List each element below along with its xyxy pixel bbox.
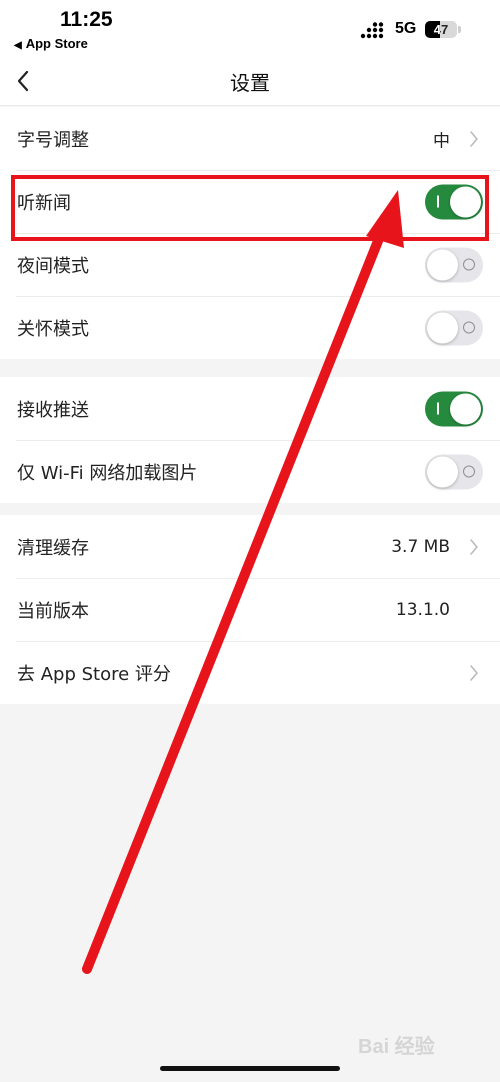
care-mode-toggle[interactable] [425, 310, 483, 345]
toggle-knob [427, 249, 458, 280]
watermark: Bai 经验 [358, 1036, 435, 1058]
toggle-knob [427, 456, 458, 487]
row-label: 关怀模式 [17, 318, 89, 340]
chevron-right-icon [470, 538, 478, 555]
row-night-mode: 夜间模式 [0, 233, 500, 296]
chevron-right-icon [470, 664, 478, 681]
row-version: 当前版本 13.1.0 [0, 578, 500, 641]
page-title: 设置 [230, 71, 270, 95]
back-app-label: App Store [25, 36, 88, 51]
toggle-knob [450, 393, 481, 424]
row-label: 接收推送 [17, 399, 89, 421]
row-label: 当前版本 [17, 600, 89, 622]
row-clear-cache[interactable]: 清理缓存 3.7 MB [0, 515, 500, 578]
network-label: 5G [395, 20, 417, 37]
push-toggle[interactable] [425, 391, 483, 426]
back-to-app-store[interactable]: ◀ App Store [14, 36, 88, 51]
battery-cap [458, 26, 461, 33]
toggle-off-mark [463, 465, 475, 477]
home-indicator [160, 1066, 340, 1071]
signal-icon [360, 22, 384, 39]
row-push: 接收推送 [0, 377, 500, 440]
row-value: 3.7 MB [391, 536, 450, 557]
settings-group-network: 接收推送 仅 Wi-Fi 网络加载图片 [0, 377, 500, 503]
row-care-mode: 关怀模式 [0, 296, 500, 359]
chevron-right-icon [470, 130, 478, 147]
back-triangle-icon: ◀ [14, 40, 22, 51]
toggle-on-mark [437, 402, 439, 414]
row-value: 13.1.0 [395, 599, 450, 620]
toggle-off-mark [463, 258, 475, 270]
row-label: 夜间模式 [17, 255, 89, 277]
nav-bar: 设置 [0, 56, 500, 106]
status-time: 11:25 [60, 8, 113, 31]
battery-level: 47 [433, 22, 449, 37]
wifi-images-toggle[interactable] [425, 454, 483, 489]
highlight-box [11, 175, 489, 241]
status-bar: 11:25 ◀ App Store 5G 47 [0, 0, 500, 56]
row-wifi-images: 仅 Wi-Fi 网络加载图片 [0, 440, 500, 503]
row-label: 清理缓存 [17, 537, 89, 559]
row-value: 中 [433, 131, 450, 151]
settings-group-about: 清理缓存 3.7 MB 当前版本 13.1.0 去 App Store 评分 [0, 515, 500, 704]
row-label: 仅 Wi-Fi 网络加载图片 [17, 462, 198, 484]
row-label: 去 App Store 评分 [17, 663, 171, 685]
row-font-size[interactable]: 字号调整 中 [0, 107, 500, 170]
toggle-knob [427, 312, 458, 343]
battery-icon: 47 [425, 21, 457, 38]
row-rate-app[interactable]: 去 App Store 评分 [0, 641, 500, 704]
night-mode-toggle[interactable] [425, 247, 483, 282]
row-label: 字号调整 [17, 129, 89, 151]
toggle-off-mark [463, 321, 475, 333]
